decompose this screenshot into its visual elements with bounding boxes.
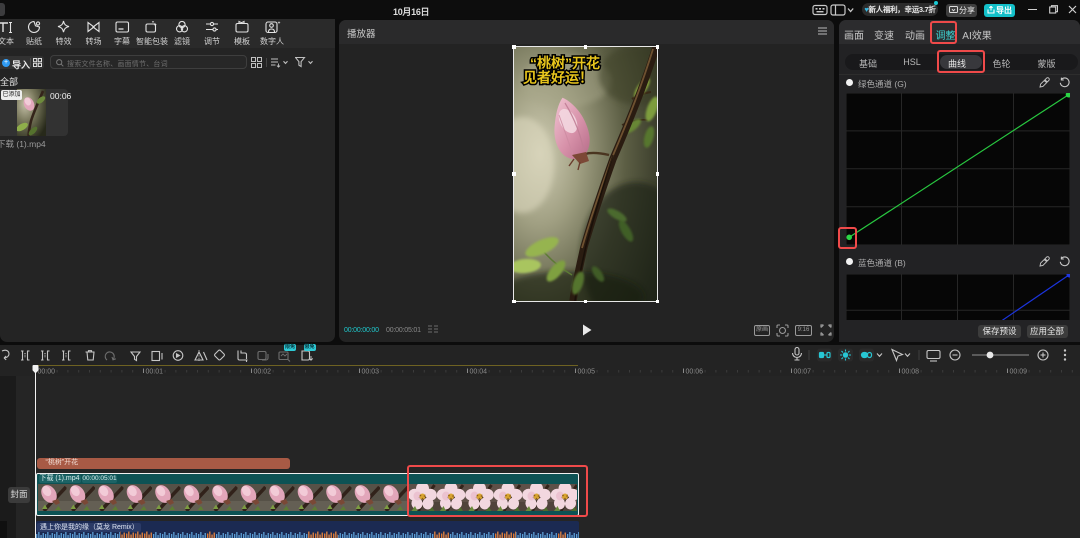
svg-text:见者好运！: 见者好运！ bbox=[523, 70, 593, 86]
